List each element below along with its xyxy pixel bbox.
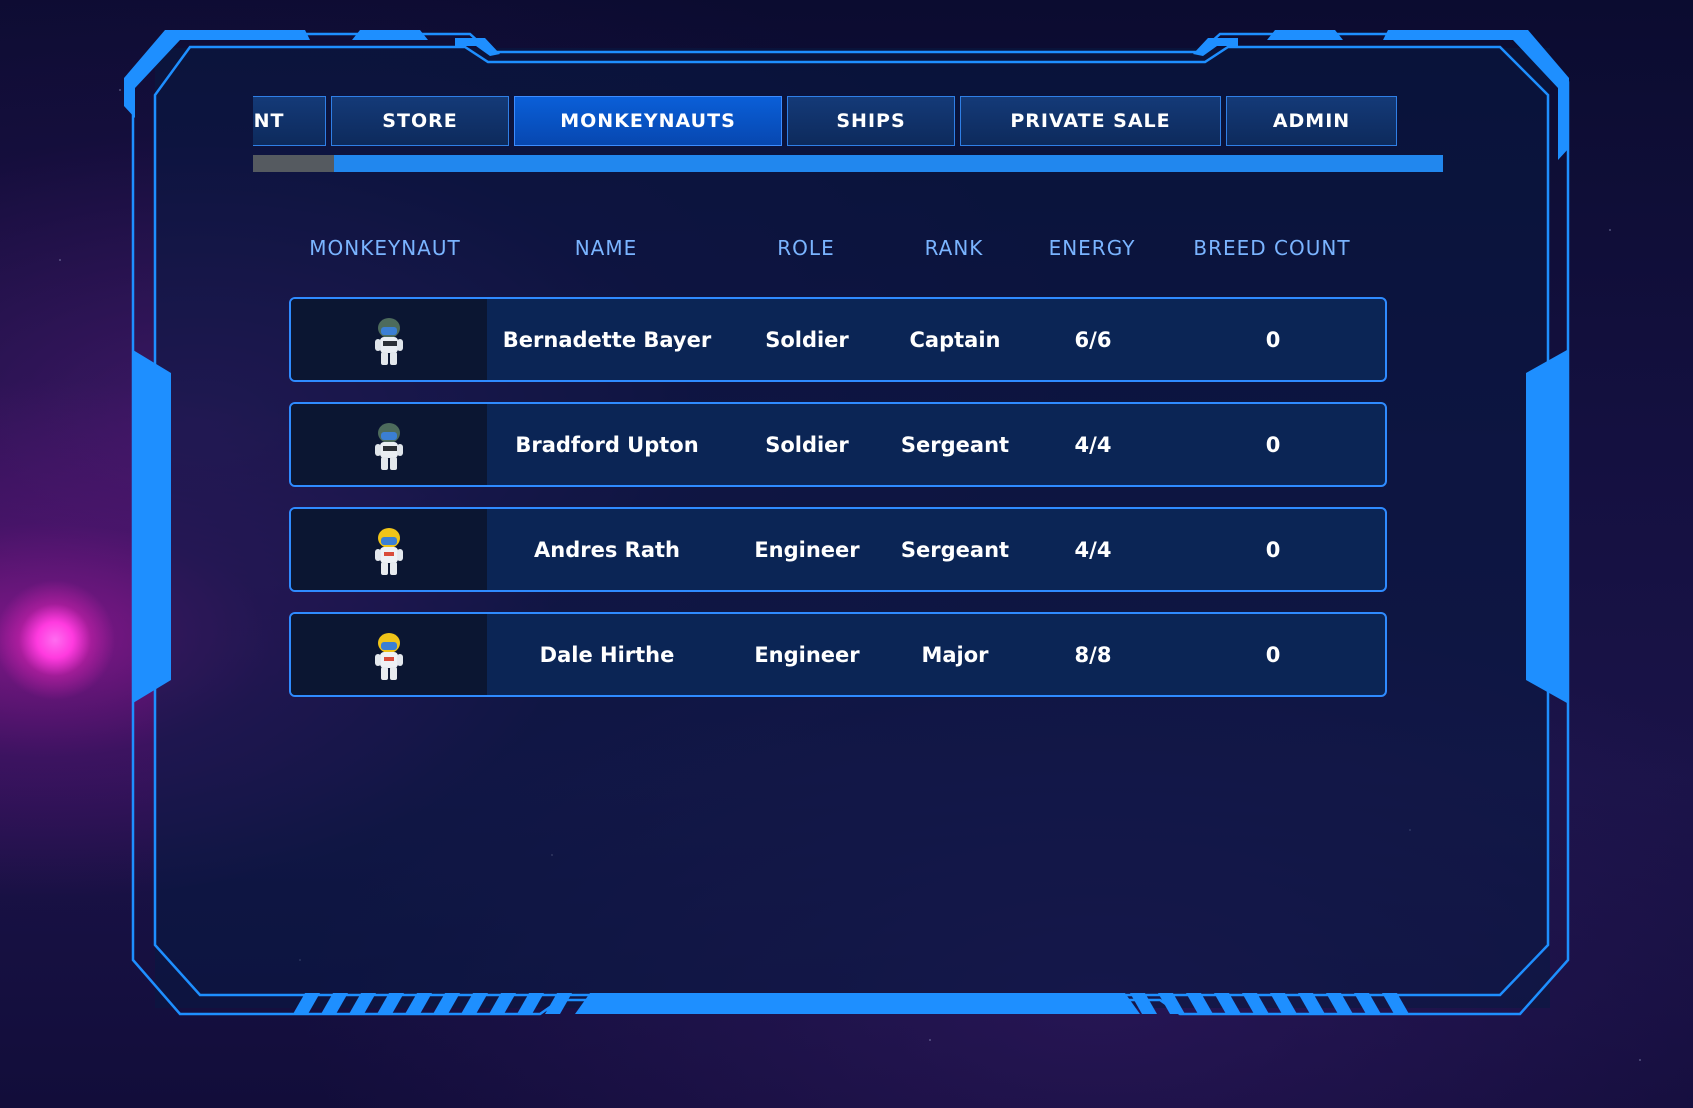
avatar-cell bbox=[291, 299, 487, 380]
soldier-monkeynaut-icon bbox=[375, 318, 403, 365]
table-row[interactable]: Bernadette Bayer Soldier Captain 6/6 0 bbox=[289, 297, 1387, 382]
header-monkeynaut: MONKEYNAUT bbox=[309, 236, 461, 260]
cell-breed-count: 0 bbox=[1265, 327, 1281, 352]
cell-rank: Captain bbox=[909, 327, 1001, 352]
tab-ships[interactable]: SHIPS bbox=[787, 96, 955, 146]
tab-scrollbar[interactable] bbox=[253, 155, 1443, 172]
tab-account[interactable]: ACCOUNT bbox=[253, 96, 326, 146]
avatar-cell bbox=[291, 509, 487, 590]
tab-private-sale[interactable]: PRIVATE SALE bbox=[960, 96, 1221, 146]
tab-bar: ACCOUNT STORE MONKEYNAUTS SHIPS PRIVATE … bbox=[253, 96, 1443, 148]
header-name: NAME bbox=[574, 236, 638, 260]
table-row[interactable]: Andres Rath Engineer Sergeant 4/4 0 bbox=[289, 507, 1387, 592]
tab-admin[interactable]: ADMIN bbox=[1226, 96, 1397, 146]
cell-breed-count: 0 bbox=[1265, 432, 1281, 457]
header-role: ROLE bbox=[777, 236, 835, 260]
cell-name: Bradford Upton bbox=[515, 432, 699, 457]
cell-energy: 4/4 bbox=[1074, 537, 1112, 562]
cell-rank: Sergeant bbox=[900, 432, 1010, 457]
table-row[interactable]: Bradford Upton Soldier Sergeant 4/4 0 bbox=[289, 402, 1387, 487]
engineer-monkeynaut-icon bbox=[375, 528, 403, 575]
header-energy: ENERGY bbox=[1048, 236, 1136, 260]
header-breed-count: BREED COUNT bbox=[1193, 236, 1351, 260]
table-row[interactable]: Dale Hirthe Engineer Major 8/8 0 bbox=[289, 612, 1387, 697]
cell-energy: 4/4 bbox=[1074, 432, 1112, 457]
tab-monkeynauts[interactable]: MONKEYNAUTS bbox=[514, 96, 782, 146]
cell-breed-count: 0 bbox=[1265, 537, 1281, 562]
table-header: MONKEYNAUT NAME ROLE RANK ENERGY BREED C… bbox=[290, 236, 1390, 266]
avatar-cell bbox=[291, 614, 487, 695]
cell-role: Soldier bbox=[765, 432, 849, 457]
cell-role: Engineer bbox=[754, 642, 860, 667]
cell-breed-count: 0 bbox=[1265, 642, 1281, 667]
tab-scrollbar-thumb[interactable] bbox=[253, 155, 334, 172]
tab-strip: ACCOUNT STORE MONKEYNAUTS SHIPS PRIVATE … bbox=[253, 96, 1397, 148]
tab-store[interactable]: STORE bbox=[331, 96, 509, 146]
cell-name: Dale Hirthe bbox=[539, 642, 675, 667]
cell-energy: 8/8 bbox=[1074, 642, 1112, 667]
cell-rank: Sergeant bbox=[900, 537, 1010, 562]
soldier-monkeynaut-icon bbox=[375, 423, 403, 470]
header-rank: RANK bbox=[924, 236, 984, 260]
cell-rank: Major bbox=[921, 642, 989, 667]
cell-energy: 6/6 bbox=[1074, 327, 1112, 352]
engineer-monkeynaut-icon bbox=[375, 633, 403, 680]
avatar-cell bbox=[291, 404, 487, 485]
cell-role: Engineer bbox=[754, 537, 860, 562]
cell-role: Soldier bbox=[765, 327, 849, 352]
cell-name: Andres Rath bbox=[534, 537, 680, 562]
cell-name: Bernadette Bayer bbox=[502, 327, 712, 352]
